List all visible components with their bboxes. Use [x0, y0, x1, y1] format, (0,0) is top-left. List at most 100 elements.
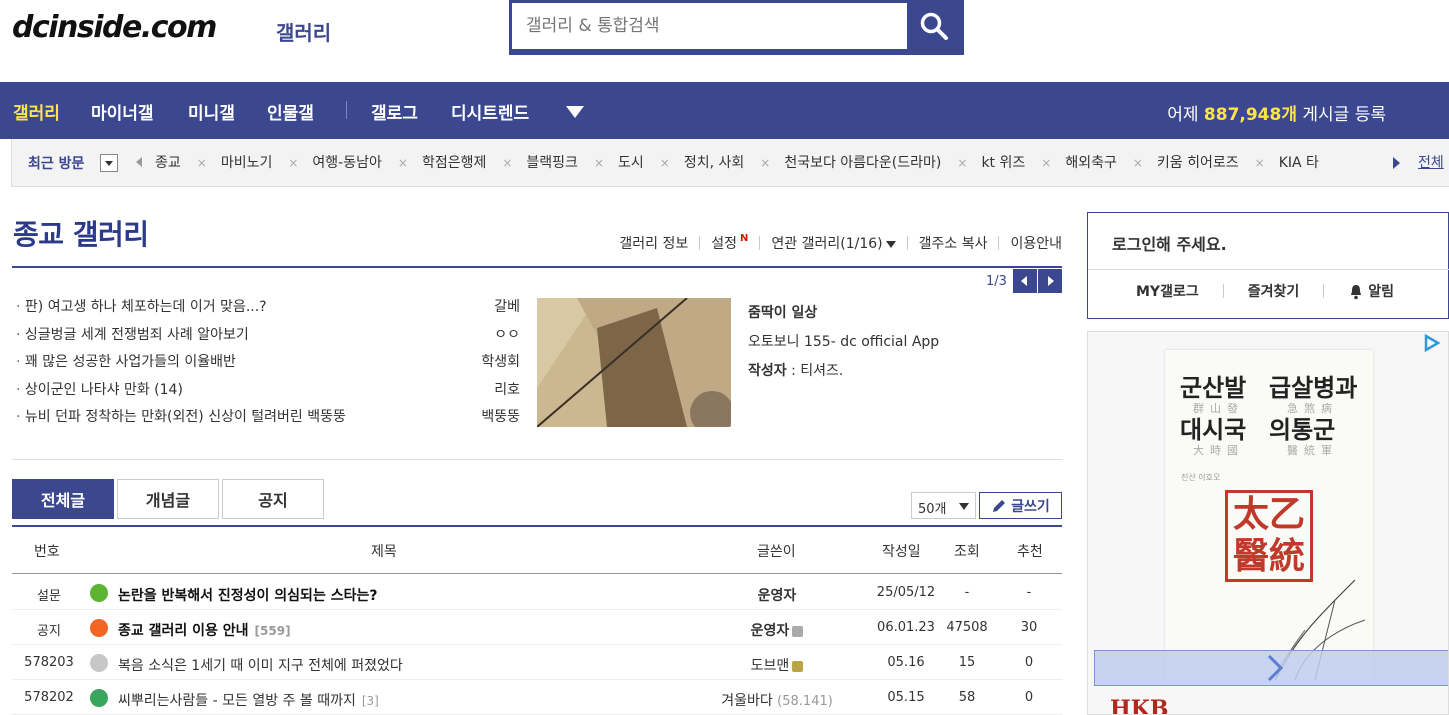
close-icon: × — [957, 156, 968, 170]
login-box: 로그인해 주세요. MY갤로그 즐겨찾기 알림 — [1087, 212, 1449, 319]
favorites-link[interactable]: 즐겨찾기 — [1248, 281, 1300, 301]
close-icon: × — [196, 156, 207, 170]
notification-link[interactable]: 알림 — [1348, 281, 1394, 301]
recent-item[interactable]: 해외축구 × — [1065, 152, 1143, 172]
search-input[interactable] — [512, 3, 907, 49]
tab-notice[interactable]: 공지 — [222, 479, 324, 519]
section-divider — [12, 459, 1062, 460]
close-icon: × — [1041, 156, 1052, 170]
ad-slider-bar[interactable] — [1094, 650, 1448, 686]
recent-item[interactable]: 학점은행제 × — [422, 152, 512, 172]
manager-badge-icon — [792, 625, 804, 637]
site-logo[interactable]: dcinside.com — [12, 10, 217, 45]
concept-info-source: 오토보니 155- dc official App — [748, 334, 940, 350]
gallery-menu: 갤러리 정보 설정 N 연관 갤러리(1/16) 갤주소 복사 이용안내 — [619, 233, 1062, 253]
title-divider — [12, 266, 1062, 268]
table-row[interactable]: 578202 씨뿌리는사람들 - 모든 열방 주 볼 때까지 [3] 겨울바다 (… — [12, 680, 1062, 715]
login-prompt[interactable]: 로그인해 주세요. — [1112, 231, 1227, 255]
concept-pager: 1/3 — [986, 268, 1062, 294]
adchoices-icon[interactable] — [1422, 333, 1442, 353]
recent-item[interactable]: 여행-동남아 × — [312, 152, 408, 172]
recent-item[interactable]: 블랙핑크 × — [526, 152, 604, 172]
tab-all-posts[interactable]: 전체글 — [12, 479, 114, 519]
close-icon: × — [288, 156, 299, 170]
recent-item[interactable]: 키움 히어로즈 × — [1157, 152, 1265, 172]
recent-item[interactable]: 마비노기 × — [221, 152, 299, 172]
col-header-views: 조회 — [954, 544, 980, 560]
recent-item[interactable]: 도시 × — [618, 152, 670, 172]
nav-gallog[interactable]: 갤로그 — [371, 99, 418, 124]
recent-next-icon[interactable] — [1393, 157, 1400, 169]
tab-concept-posts[interactable]: 개념글 — [117, 479, 219, 519]
nav-more-icon[interactable] — [566, 106, 584, 118]
list-item[interactable]: 싱글벙글 세계 전쟁범죄 사례 알아보기ㅇㅇ — [16, 324, 520, 352]
nav-divider — [346, 101, 347, 119]
recent-visit-bar: 최근 방문 종교 × 마비노기 × 여행-동남아 × 학점은행제 × 블랙핑크 × 도시 ×… — [11, 139, 1449, 187]
recent-visit-label: 최근 방문 — [28, 156, 85, 172]
list-item[interactable]: 뉴비 던파 정착하는 만화(외전) 신상이 털려버린 백뚱뚱백뚱뚱 — [16, 406, 520, 434]
search-button[interactable] — [907, 3, 961, 49]
advertisement[interactable]: 군산발 급살병과 群山發 急煞病 대시국 의통군 大時國 醫統軍 진산 이호오 … — [1087, 331, 1449, 715]
table-row[interactable]: 설문 논란을 반복해서 진정성이 의심되는 스타는? 운영자 25/05/12 … — [12, 575, 1062, 610]
related-gallery-link[interactable]: 연관 갤러리(1/16) — [771, 233, 896, 253]
close-icon: × — [502, 156, 513, 170]
nav-dc-trend[interactable]: 디시트렌드 — [451, 99, 529, 124]
new-badge: N — [740, 233, 749, 244]
recent-item[interactable]: 종교 × — [155, 152, 207, 172]
col-header-date: 작성일 — [882, 544, 921, 560]
prev-page-icon[interactable] — [1013, 269, 1037, 293]
list-item[interactable]: 판) 여고생 하나 체포하는데 이거 맞음...?갈베 — [16, 296, 520, 324]
list-item[interactable]: 상이군인 나타샤 만화 (14)리호 — [16, 379, 520, 407]
concept-thumbnail[interactable] — [537, 298, 731, 427]
recent-item[interactable]: KIA 타 — [1279, 152, 1319, 172]
col-header-writer: 글쓴이 — [757, 544, 796, 560]
search-icon — [920, 12, 948, 40]
table-row[interactable]: 공지 종교 갤러리 이용 안내 [559] 운영자 06.01.23 47508 … — [12, 610, 1062, 645]
close-icon: × — [1132, 156, 1143, 170]
usage-guide-link[interactable]: 이용안내 — [1010, 233, 1062, 253]
notice-icon — [90, 619, 108, 637]
nav-gallery[interactable]: 갤러리 — [13, 99, 60, 124]
reply-count: [3] — [361, 694, 379, 708]
list-item[interactable]: 꽤 많은 성공한 사업가들의 이율배반학생회 — [16, 351, 520, 379]
recent-item[interactable]: 정치, 사회 × — [684, 152, 770, 172]
my-gallog-link[interactable]: MY갤로그 — [1136, 281, 1199, 301]
col-header-subject: 제목 — [371, 544, 397, 560]
nav-mini-gallery[interactable]: 미니갤 — [188, 99, 235, 124]
recent-all-link[interactable]: 전체 — [1418, 152, 1444, 172]
recent-dropdown-icon[interactable] — [100, 154, 118, 172]
recent-item[interactable]: 천국보다 아름다운(드라마) × — [784, 152, 967, 172]
gallery-info-link[interactable]: 갤러리 정보 — [619, 233, 688, 253]
recent-prev-icon[interactable] — [136, 157, 142, 167]
table-row[interactable]: 578203 복음 소식은 1세기 때 이미 지구 전체에 퍼졌었다 도브맨 0… — [12, 645, 1062, 680]
close-icon: × — [593, 156, 604, 170]
gallery-home-link[interactable]: 갤러리 — [276, 17, 331, 46]
concept-info-title[interactable]: 줌딱이 일상 — [748, 299, 939, 328]
page-title[interactable]: 종교 갤러리 — [13, 213, 149, 253]
per-page-select[interactable]: 50개 — [911, 492, 976, 519]
col-header-num: 번호 — [34, 544, 60, 560]
chevron-down-icon — [885, 240, 896, 248]
fixed-nick-icon — [792, 660, 804, 672]
text-post-icon — [90, 654, 108, 672]
concept-info: 줌딱이 일상 오토보니 155- dc official App 작성자 : 티… — [748, 299, 939, 386]
site-header: dcinside.com 갤러리 — [0, 0, 1449, 82]
settings-link[interactable]: 설정 N — [711, 233, 748, 253]
pencil-icon — [993, 499, 1006, 512]
table-top-border — [12, 525, 1062, 527]
ad-brand-logo: HKB — [1110, 696, 1169, 715]
ad-book-cover: 군산발 급살병과 群山發 急煞病 대시국 의통군 大時國 醫統軍 진산 이호오 … — [1165, 350, 1373, 680]
close-icon: × — [659, 156, 670, 170]
recent-item[interactable]: kt 위즈 × — [981, 152, 1051, 172]
concept-info-writer: 작성자 : 티셔즈. — [748, 363, 844, 379]
image-post-icon — [90, 689, 108, 707]
chevron-right-icon[interactable] — [1263, 653, 1287, 683]
next-page-icon[interactable] — [1038, 269, 1062, 293]
col-header-recommend: 추천 — [1017, 544, 1043, 560]
nav-minor-gallery[interactable]: 마이너갤 — [91, 99, 154, 124]
nav-person-gallery[interactable]: 인물갤 — [267, 99, 314, 124]
write-button[interactable]: 글쓰기 — [979, 492, 1062, 519]
copy-address-link[interactable]: 갤주소 복사 — [919, 233, 988, 253]
concept-post-list: 판) 여고생 하나 체포하는데 이거 맞음...?갈베 싱글벙글 세계 전쟁범죄… — [16, 296, 520, 434]
close-icon: × — [397, 156, 408, 170]
